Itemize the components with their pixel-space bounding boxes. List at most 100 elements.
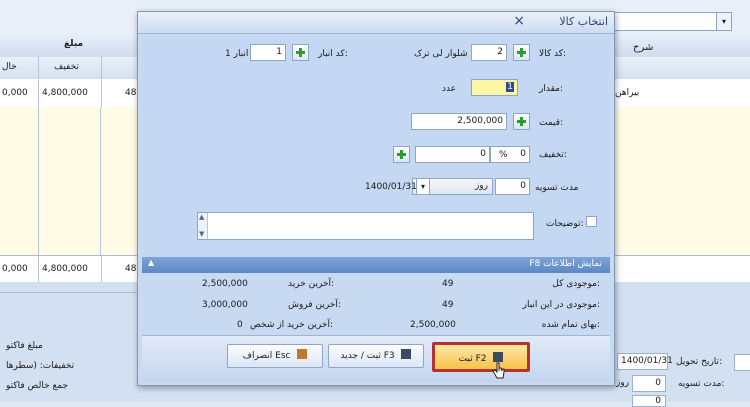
save-button[interactable]: ثبت F2: [432, 342, 530, 372]
scroll-down-icon[interactable]: ▼: [199, 230, 204, 238]
save-new-button[interactable]: ثبت / جدید F3: [328, 344, 424, 368]
last-sale-label: آخرین فروش:: [288, 300, 341, 310]
discount-percent-input[interactable]: 0: [490, 146, 530, 163]
grid-col-divider: [38, 107, 101, 255]
add-product-icon[interactable]: [513, 44, 530, 61]
discount-label: تخفیف:: [539, 150, 567, 160]
grid-empty-area: [0, 107, 137, 255]
settlement-unit-value: روز: [474, 181, 488, 191]
warehouse-stock-value: 49: [442, 300, 454, 310]
col-net-label: خال: [2, 62, 17, 72]
product-name: شلوار لی ترک: [414, 49, 468, 59]
cost-price-value: 2,500,000: [410, 320, 456, 330]
warehouse-code-input[interactable]: 1: [250, 44, 286, 61]
grid-empty-area-right: [613, 107, 750, 255]
grid-subheader-right: [613, 57, 750, 80]
chevron-down-icon[interactable]: ▾: [416, 178, 430, 195]
background-select[interactable]: [612, 12, 732, 31]
total-stock-value: 49: [442, 279, 454, 289]
grid-total-row-right: [613, 255, 750, 284]
percent-sign: %: [499, 150, 508, 160]
divider: [0, 292, 137, 293]
notes-checkbox[interactable]: [586, 216, 597, 227]
row-discount-cell: 4,800,000: [38, 79, 101, 107]
total-amount: 0,000: [2, 264, 28, 274]
notes-label: توضیحات:: [546, 219, 584, 229]
settle-unit-label: روز: [616, 378, 630, 388]
save-new-button-label: ثبت / جدید F3: [340, 351, 395, 361]
total-discount: 4,800,000: [42, 264, 88, 274]
total-discount-cell: 4,800,000: [38, 256, 101, 282]
settle-label: مدت تسویه:: [678, 379, 725, 389]
table-row[interactable]: 0,000 4,800,000 48: [0, 79, 137, 108]
grid-header-description: شرح: [613, 31, 750, 58]
discounts-label: تخفیفات: (سطرها: [6, 361, 75, 371]
invoice-amount-label: مبلغ فاکتو: [6, 341, 43, 351]
dialog-form: کد کالا: 2 شلوار لی ترک کد انبار: 1 انبا…: [142, 36, 610, 257]
cost-price-label: بهای تمام شده:: [541, 320, 600, 330]
warehouse-name: انبار 1: [225, 49, 249, 59]
settlement-label: مدت تسویه: [535, 183, 579, 193]
info-section-header[interactable]: F8 نمایش اطلاعات ▲: [142, 257, 610, 273]
net-total-label: جمع خالص فاکتو: [6, 381, 69, 391]
last-purchase-person-value: 0: [237, 320, 243, 330]
header-amount-label: مبلغ: [64, 39, 84, 49]
col-next-header: [101, 57, 137, 79]
dialog-titlebar: انتخاب کالا ×: [138, 12, 614, 34]
row-next: 48: [125, 88, 137, 98]
add-discount-icon[interactable]: [393, 146, 410, 163]
quantity-unit: عدد: [442, 84, 457, 94]
scroll-up-icon[interactable]: ▲: [199, 213, 204, 221]
select-product-dialog: انتخاب کالا × کد کالا: 2 شلوار لی ترک کد…: [137, 11, 615, 386]
add-price-icon[interactable]: [513, 113, 530, 130]
last-sale-value: 3,000,000: [202, 300, 248, 310]
notes-textarea[interactable]: [197, 212, 534, 240]
quantity-input[interactable]: 1: [471, 79, 518, 96]
grid-subheader: خال تخفیف: [0, 57, 137, 80]
notes-scrollbar[interactable]: ▲ ▼: [198, 213, 208, 239]
settlement-date: 1400/01/31: [365, 182, 417, 192]
last-purchase-value: 2,500,000: [202, 279, 248, 289]
info-panel: موجودی کل: 49 موجودی در این انبار: 49 به…: [142, 273, 610, 335]
discount-amount-input[interactable]: 0: [415, 146, 490, 163]
price-input[interactable]: 2,500,000: [411, 113, 507, 130]
warehouse-label: کد انبار:: [318, 49, 348, 59]
total-next-cell: 48: [101, 256, 137, 282]
total-next: 48: [125, 264, 137, 274]
grid-total-row: 0,000 4,800,000 48: [0, 255, 137, 284]
cancel-button-label: انصراف Esc: [242, 351, 291, 361]
dialog-footer: ثبت F2 ثبت / جدید F3 انصراف Esc: [142, 335, 610, 383]
exit-door-icon: [297, 349, 308, 359]
col-discount-label: تخفیف: [54, 62, 79, 72]
extra-field[interactable]: 0: [632, 395, 666, 407]
side-field[interactable]: [734, 354, 750, 371]
add-warehouse-icon[interactable]: [292, 44, 309, 61]
product-code-input[interactable]: 2: [471, 44, 507, 61]
header-description-label: شرح: [633, 42, 654, 53]
save-new-icon: [401, 349, 412, 359]
settle-days-field[interactable]: 0: [632, 375, 666, 392]
settlement-days-input[interactable]: 0: [495, 178, 530, 195]
col-discount-header: تخفیف: [38, 57, 101, 79]
quantity-value: 1: [506, 82, 514, 92]
row-amount: 0,000: [2, 88, 28, 98]
delivery-date-field[interactable]: 1400/01/31: [617, 353, 673, 370]
row-discount: 4,800,000: [42, 88, 88, 98]
info-section-title: F8 نمایش اطلاعات: [529, 259, 602, 269]
dialog-title: انتخاب کالا: [559, 15, 608, 28]
cancel-button[interactable]: انصراف Esc: [227, 344, 323, 368]
quantity-label: مقدار:: [539, 84, 563, 94]
total-stock-label: موجودی کل:: [552, 279, 600, 289]
save-button-label: ثبت F2: [458, 354, 487, 364]
chevron-down-icon[interactable]: ▾: [716, 12, 732, 31]
price-label: قیمت:: [539, 118, 564, 128]
close-icon[interactable]: ×: [513, 13, 525, 29]
grid-header-amount: مبلغ: [0, 31, 137, 58]
delivery-date-value: 1400/01/31: [621, 356, 673, 366]
last-purchase-label: آخرین خرید:: [288, 279, 335, 289]
save-icon: [493, 352, 504, 362]
table-row-right[interactable]: بیراهن: [613, 79, 750, 108]
collapse-icon[interactable]: ▲: [148, 258, 154, 267]
row-description: بیراهن: [615, 88, 640, 98]
hand-cursor-icon: [492, 362, 505, 379]
